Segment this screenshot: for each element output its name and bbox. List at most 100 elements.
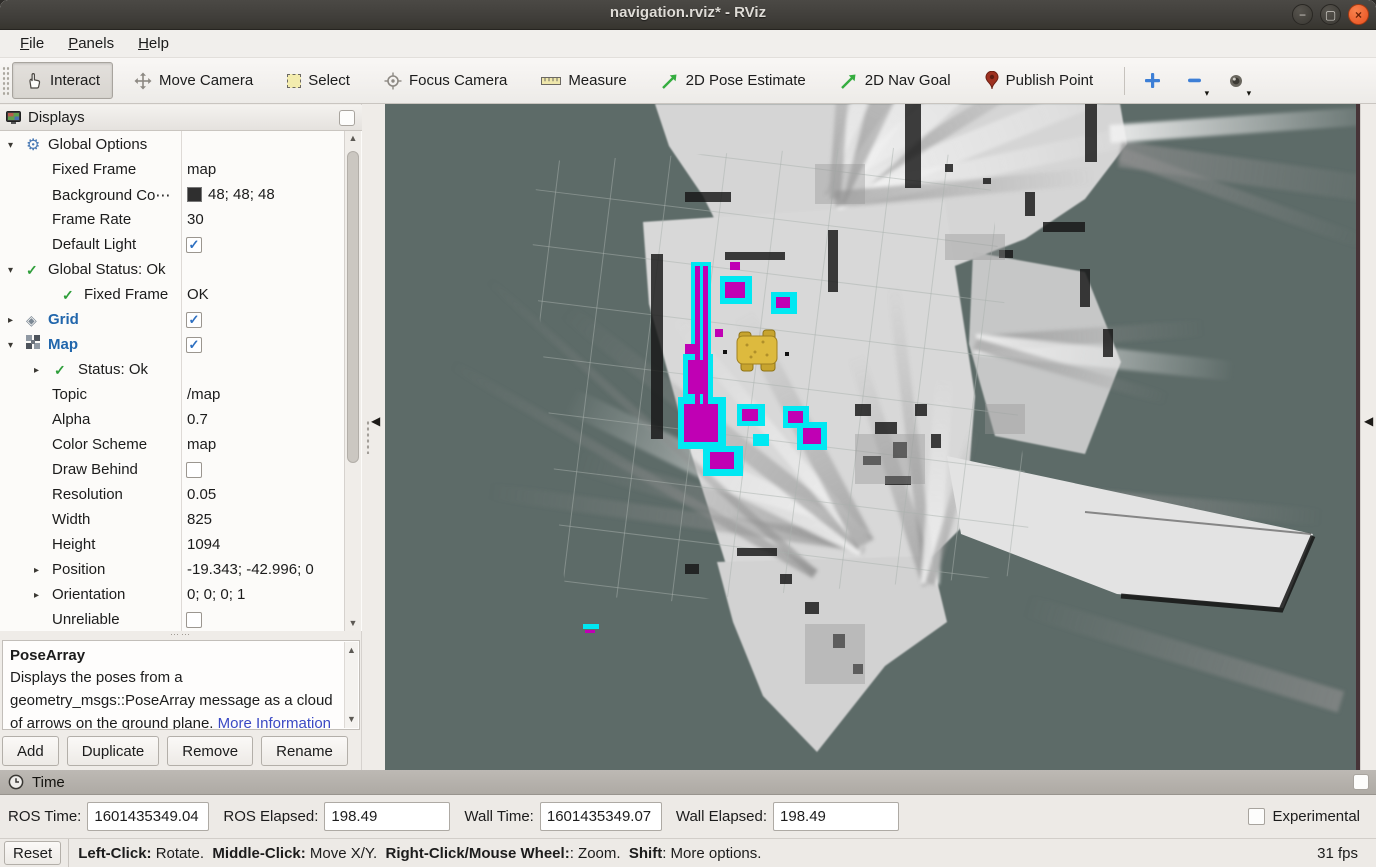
property-value[interactable]: 48; 48; 48	[187, 186, 275, 203]
tree-row-grid[interactable]: ▸◈Grid✓	[0, 308, 344, 333]
expander-closed-icon[interactable]: ▸	[8, 315, 13, 326]
expander-closed-icon[interactable]: ▸	[34, 565, 39, 576]
tree-row-map[interactable]: ▾Map✓	[0, 333, 344, 358]
checkbox[interactable]	[186, 612, 202, 628]
wall-time-input[interactable]	[540, 802, 662, 831]
tool-2d-nav-goal[interactable]: 2D Nav Goal	[827, 62, 964, 99]
tool-measure[interactable]: Measure	[528, 62, 639, 99]
property-value[interactable]: OK	[187, 286, 209, 303]
tree-row-orientation[interactable]: ▸Orientation0; 0; 0; 1	[0, 583, 344, 608]
tree-row-alpha[interactable]: Alpha0.7	[0, 408, 344, 433]
wall-elapsed-input[interactable]	[773, 802, 899, 831]
property-value[interactable]: /map	[187, 386, 220, 403]
duplicate-button[interactable]: Duplicate	[67, 736, 160, 766]
tree-row-height[interactable]: Height1094	[0, 533, 344, 558]
menu-help[interactable]: Help	[128, 33, 179, 54]
expander-open-icon[interactable]: ▾	[8, 140, 13, 151]
tool-label: 2D Pose Estimate	[686, 72, 806, 89]
tree-row-map-status[interactable]: ▸✓Status: Ok	[0, 358, 344, 383]
property-value[interactable]: 30	[187, 211, 204, 228]
collapse-right-icon[interactable]: ◀	[1364, 414, 1373, 428]
tool-interact[interactable]: Interact	[12, 62, 113, 99]
remove-button[interactable]: Remove	[167, 736, 253, 766]
description-title: PoseArray	[10, 646, 339, 666]
remove-tool-button[interactable]: ▾	[1177, 63, 1211, 99]
maximize-button[interactable]: ▢	[1320, 4, 1341, 25]
reset-button[interactable]: Reset	[4, 841, 61, 865]
time-panel-header[interactable]: Time	[0, 770, 1376, 795]
property-value[interactable]: map	[187, 161, 216, 178]
titlebar[interactable]: navigation.rviz* - RViz − ▢ ×	[0, 0, 1376, 30]
tree-row-resolution[interactable]: Resolution0.05	[0, 483, 344, 508]
checkbox[interactable]: ✓	[186, 312, 202, 328]
tree-row-global-options[interactable]: ▾⚙Global Options	[0, 133, 344, 158]
minimize-button[interactable]: −	[1292, 4, 1313, 25]
tree-row-unreliable[interactable]: Unreliable	[0, 608, 344, 631]
tree-row-draw-behind[interactable]: Draw Behind	[0, 458, 344, 483]
tree-scrollbar[interactable]: ▲ ▼	[344, 131, 361, 631]
tree-row-global-status-fixed-frame[interactable]: ✓Fixed FrameOK	[0, 283, 344, 308]
tree-row-topic[interactable]: Topic/map	[0, 383, 344, 408]
displays-panel-header[interactable]: Displays	[0, 105, 362, 131]
expander-open-icon[interactable]: ▾	[8, 265, 13, 276]
rename-button[interactable]: Rename	[261, 736, 348, 766]
color-swatch[interactable]	[187, 187, 202, 202]
property-value[interactable]: 0.7	[187, 411, 208, 428]
ros-elapsed-input[interactable]	[324, 802, 450, 831]
collapse-left-icon[interactable]: ◀	[371, 414, 380, 428]
3d-viewport[interactable]	[385, 104, 1356, 770]
property-value[interactable]: 0.05	[187, 486, 216, 503]
property-value[interactable]: 825	[187, 511, 212, 528]
tree-row-width[interactable]: Width825	[0, 508, 344, 533]
tree-row-global-status[interactable]: ▾✓Global Status: Ok	[0, 258, 344, 283]
scrollbar-thumb[interactable]	[347, 151, 359, 463]
checkbox[interactable]	[186, 462, 202, 478]
scroll-down-icon[interactable]: ▼	[345, 616, 361, 631]
scroll-up-icon[interactable]: ▲	[345, 643, 358, 658]
ros-time-input[interactable]	[87, 802, 209, 831]
splitter-grip[interactable]	[366, 420, 370, 454]
tree-row-default-light[interactable]: Default Light✓	[0, 233, 344, 258]
chevron-down-icon[interactable]: ▾	[1247, 88, 1252, 99]
expander-closed-icon[interactable]: ▸	[34, 365, 39, 376]
tree-row-background-color[interactable]: Background Co⋯48; 48; 48	[0, 183, 344, 208]
tree-row-fixed-frame[interactable]: Fixed Framemap	[0, 158, 344, 183]
minus-icon	[1186, 72, 1203, 89]
tool-2d-pose-estimate[interactable]: 2D Pose Estimate	[648, 62, 819, 99]
panel-float-button[interactable]	[339, 110, 355, 126]
tool-move-camera[interactable]: Move Camera	[121, 62, 266, 99]
checkbox[interactable]: ✓	[186, 237, 202, 253]
chevron-down-icon[interactable]: ▾	[1205, 88, 1210, 99]
tree-row-color-scheme[interactable]: Color Schememap	[0, 433, 344, 458]
add-tool-button[interactable]	[1135, 63, 1169, 99]
property-value[interactable]: -19.343; -42.996; 0	[187, 561, 314, 578]
tree-row-frame-rate[interactable]: Frame Rate30	[0, 208, 344, 233]
checkbox[interactable]: ✓	[186, 337, 202, 353]
property-value[interactable]: 1094	[187, 536, 220, 553]
expander-open-icon[interactable]: ▾	[8, 340, 13, 351]
close-button[interactable]: ×	[1348, 4, 1369, 25]
description-scrollbar[interactable]: ▲ ▼	[344, 642, 358, 728]
panel-splitter-handle[interactable]: ⋯⋯	[0, 632, 362, 639]
add-button[interactable]: Add	[2, 736, 59, 766]
right-panel-collapsed[interactable]: ◀	[1360, 104, 1376, 770]
tool-publish-point[interactable]: Publish Point	[972, 62, 1107, 99]
tool-properties-button[interactable]: ▾	[1219, 63, 1253, 99]
tool-select[interactable]: Select	[274, 62, 363, 99]
experimental-checkbox[interactable]	[1248, 808, 1265, 825]
panel-float-button[interactable]	[1353, 774, 1369, 790]
scroll-up-icon[interactable]: ▲	[345, 131, 361, 146]
menu-file[interactable]: File	[10, 33, 54, 54]
more-information-link[interactable]: More Information	[218, 715, 331, 730]
panel-view-splitter[interactable]: ◀	[363, 104, 385, 770]
scroll-down-icon[interactable]: ▼	[345, 712, 358, 727]
sphere-icon	[1229, 74, 1243, 88]
toolbar-grip[interactable]	[2, 66, 10, 96]
property-value[interactable]: 0; 0; 0; 1	[187, 586, 245, 603]
property-value[interactable]: map	[187, 436, 216, 453]
tool-focus-camera[interactable]: Focus Camera	[371, 62, 520, 99]
ros-time-label: ROS Time:	[8, 808, 81, 825]
expander-closed-icon[interactable]: ▸	[34, 590, 39, 601]
tree-row-position[interactable]: ▸Position-19.343; -42.996; 0	[0, 558, 344, 583]
menu-panels[interactable]: Panels	[58, 33, 124, 54]
